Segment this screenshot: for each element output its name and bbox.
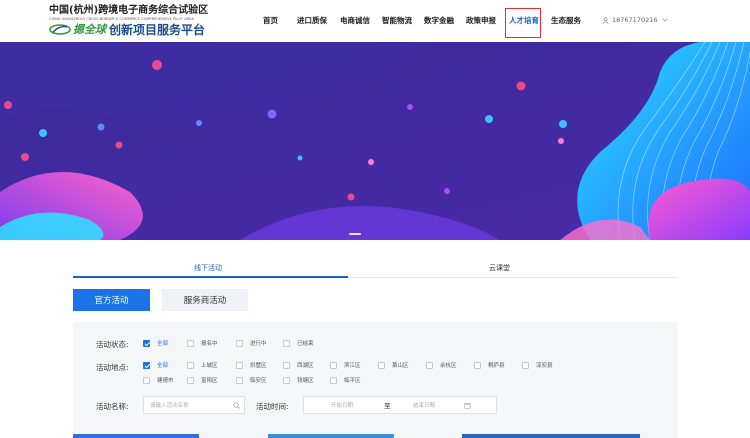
location-option-xiaoshan[interactable]: 萧山区: [378, 361, 409, 369]
location-option-qiantang[interactable]: 钱塘区: [283, 376, 314, 384]
status-option-all[interactable]: 全部: [143, 339, 168, 347]
globe-leaf-icon: [49, 23, 71, 35]
location-filter-label: 活动地点:: [96, 363, 129, 372]
tab-cloud-classroom[interactable]: 云课堂: [489, 263, 510, 273]
filter-panel: 活动状态: 全部 报名中 进行中 已结束 活动地点: 全部 上城区 拱墅区 西湖…: [73, 322, 678, 438]
search-icon[interactable]: [233, 402, 240, 409]
status-option-registering[interactable]: 报名中: [187, 339, 218, 347]
status-option-ongoing[interactable]: 进行中: [236, 339, 267, 347]
location-option-chunan[interactable]: 淳安县: [522, 361, 553, 369]
nav-item-ecosystem-services[interactable]: 生态服务: [551, 15, 581, 26]
nav-item-digital-finance[interactable]: 数字金融: [424, 15, 454, 26]
location-option-fuyang[interactable]: 富阳区: [187, 376, 218, 384]
nav-item-policy-declaration[interactable]: 政策申报: [466, 15, 496, 26]
status-option-ended[interactable]: 已结束: [283, 339, 314, 347]
activity-card-top[interactable]: [462, 434, 640, 438]
location-option-all[interactable]: 全部: [143, 361, 168, 369]
activity-card-top[interactable]: [268, 434, 394, 438]
activity-name-input[interactable]: 请输入活动名称: [143, 396, 245, 414]
date-range-separator: 至: [384, 402, 391, 410]
logo-platform: 创新项目服务平台: [109, 22, 206, 37]
checkbox-checked-icon: [143, 339, 150, 347]
end-date-input[interactable]: 结束日期: [413, 401, 435, 409]
checkbox-icon: [236, 376, 243, 384]
location-option-jiande[interactable]: 建德市: [143, 376, 174, 384]
checkbox-icon: [283, 361, 290, 369]
location-option-linan[interactable]: 临安区: [236, 376, 267, 384]
nav-item-ecommerce-credit[interactable]: 电商诚信: [340, 15, 370, 26]
location-option-shangcheng[interactable]: 上城区: [187, 361, 218, 369]
checkbox-checked-icon: [143, 361, 150, 369]
checkbox-icon: [236, 339, 243, 347]
abstract-wave-illustration: [0, 42, 750, 240]
checkbox-icon: [187, 361, 194, 369]
checkbox-icon: [426, 361, 433, 369]
user-phone: 18767170216: [612, 16, 658, 24]
checkbox-icon: [283, 376, 290, 384]
provider-activities-button[interactable]: 服务商活动: [162, 289, 248, 311]
hero-banner: [0, 42, 750, 240]
checkbox-icon: [236, 361, 243, 369]
top-header: 中国(杭州)跨境电子商务综合试验区 CHINA (HANGZHOU) CROSS…: [0, 0, 750, 42]
location-option-yuhang[interactable]: 余杭区: [426, 361, 457, 369]
checkbox-icon: [187, 376, 194, 384]
site-logo[interactable]: 中国(杭州)跨境电子商务综合试验区 CHINA (HANGZHOU) CROSS…: [49, 5, 249, 39]
user-menu[interactable]: 18767170216: [602, 16, 671, 24]
location-option-binjiang[interactable]: 滨江区: [330, 361, 361, 369]
active-tab-indicator: [73, 276, 348, 278]
checkbox-icon: [187, 339, 194, 347]
location-option-tonglu[interactable]: 桐庐县: [474, 361, 505, 369]
start-date-input[interactable]: 开始日期: [331, 401, 353, 409]
logo-title: 中国(杭州)跨境电子商务综合试验区: [49, 5, 209, 16]
location-option-linping[interactable]: 临平区: [330, 376, 361, 384]
nav-item-smart-logistics[interactable]: 智能物流: [382, 15, 412, 26]
time-filter-label: 活动时间:: [256, 402, 289, 411]
user-icon: [602, 16, 609, 24]
calendar-icon[interactable]: [464, 402, 471, 409]
checkbox-icon: [330, 376, 337, 384]
checkbox-icon: [474, 361, 481, 369]
location-option-gongshu[interactable]: 拱墅区: [236, 361, 267, 369]
logo-brand: 摁全球: [73, 23, 106, 36]
active-nav-highlight: [505, 8, 541, 38]
activity-tabs: 线下活动 云课堂: [73, 259, 678, 278]
checkbox-icon: [330, 361, 337, 369]
nav-item-home[interactable]: 首页: [263, 15, 278, 26]
status-filter-label: 活动状态:: [96, 340, 129, 349]
chevron-down-icon: [661, 18, 668, 22]
activity-date-range[interactable]: 开始日期 至 结束日期: [303, 396, 497, 414]
name-filter-label: 活动名称:: [96, 402, 129, 411]
checkbox-icon: [378, 361, 385, 369]
checkbox-icon: [522, 361, 529, 369]
checkbox-icon: [143, 376, 150, 384]
nav-item-import-quality[interactable]: 进口质保: [297, 15, 327, 26]
official-activities-button[interactable]: 官方活动: [73, 289, 150, 311]
checkbox-icon: [283, 339, 290, 347]
activity-card-top[interactable]: [73, 434, 199, 438]
location-option-xihu[interactable]: 西湖区: [283, 361, 314, 369]
tab-offline-activities[interactable]: 线下活动: [194, 263, 222, 273]
